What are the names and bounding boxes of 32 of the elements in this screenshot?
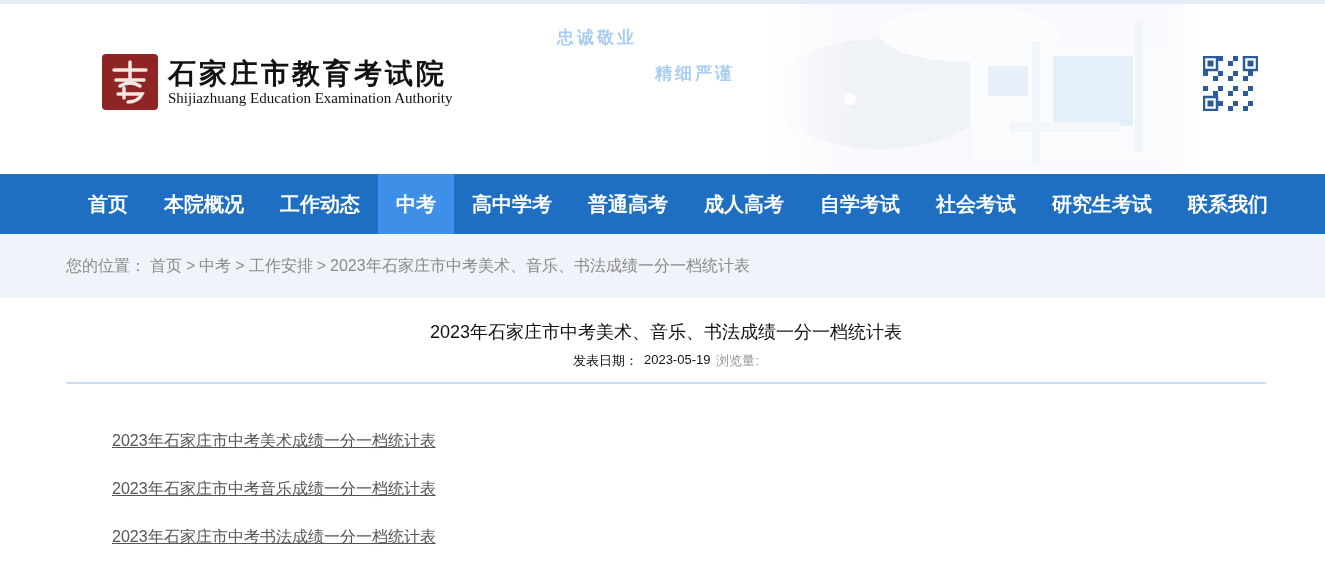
attachment-link[interactable]: 2023年石家庄市中考书法成绩一分一档统计表 xyxy=(112,526,436,548)
qr-code-icon xyxy=(1203,56,1258,111)
nav-tab[interactable]: 成人高考 xyxy=(686,174,802,234)
attachment-link[interactable]: 2023年石家庄市中考美术成绩一分一档统计表 xyxy=(112,430,436,452)
breadcrumb-link[interactable]: 中考 xyxy=(199,255,232,277)
site-subtitle: Shijiazhuang Education Examination Authority xyxy=(168,90,453,106)
date-label: 发表日期： xyxy=(572,352,638,370)
motto-text: 精细严谨 xyxy=(655,62,735,85)
breadcrumb-separator: > xyxy=(186,257,196,275)
breadcrumb-link[interactable]: 工作安排 xyxy=(248,255,313,277)
nav-tab[interactable]: 研究生考试 xyxy=(1034,174,1170,234)
nav-tab[interactable]: 本院概况 xyxy=(146,174,262,234)
nav-tab[interactable]: 自学考试 xyxy=(802,174,918,234)
nav-tab[interactable]: 中考 xyxy=(378,174,454,234)
article-title: 2023年石家庄市中考美术、音乐、书法成绩一分一档统计表 xyxy=(428,321,903,344)
nav-tab[interactable]: 联系我们 xyxy=(1170,174,1286,234)
attachment-link[interactable]: 2023年石家庄市中考音乐成绩一分一档统计表 xyxy=(112,478,436,500)
breadcrumb-separator: > xyxy=(316,257,327,275)
nav-tab[interactable]: 社会考试 xyxy=(918,174,1034,234)
motto-text: 忠诚敬业 xyxy=(557,26,637,49)
publish-date: 2023-05-19 xyxy=(643,352,711,369)
site-title: 石家庄市教育考试院 xyxy=(168,58,448,90)
breadcrumb-separator: > xyxy=(235,257,245,275)
nav-tab[interactable]: 首页 xyxy=(70,174,146,234)
views-label: 浏览量: xyxy=(716,352,760,370)
breadcrumb-link[interactable]: 首页 xyxy=(150,255,182,277)
nav-tab[interactable]: 普通高考 xyxy=(570,174,686,234)
breadcrumb-label: 您的位置： xyxy=(66,255,146,276)
nav-tab[interactable]: 工作动态 xyxy=(262,174,378,234)
seal-logo-icon xyxy=(100,52,160,112)
nav-tab[interactable]: 高中学考 xyxy=(454,174,570,234)
breadcrumb-link[interactable]: 2023年石家庄市中考美术、音乐、书法成绩一分一档统计表 xyxy=(330,255,750,277)
